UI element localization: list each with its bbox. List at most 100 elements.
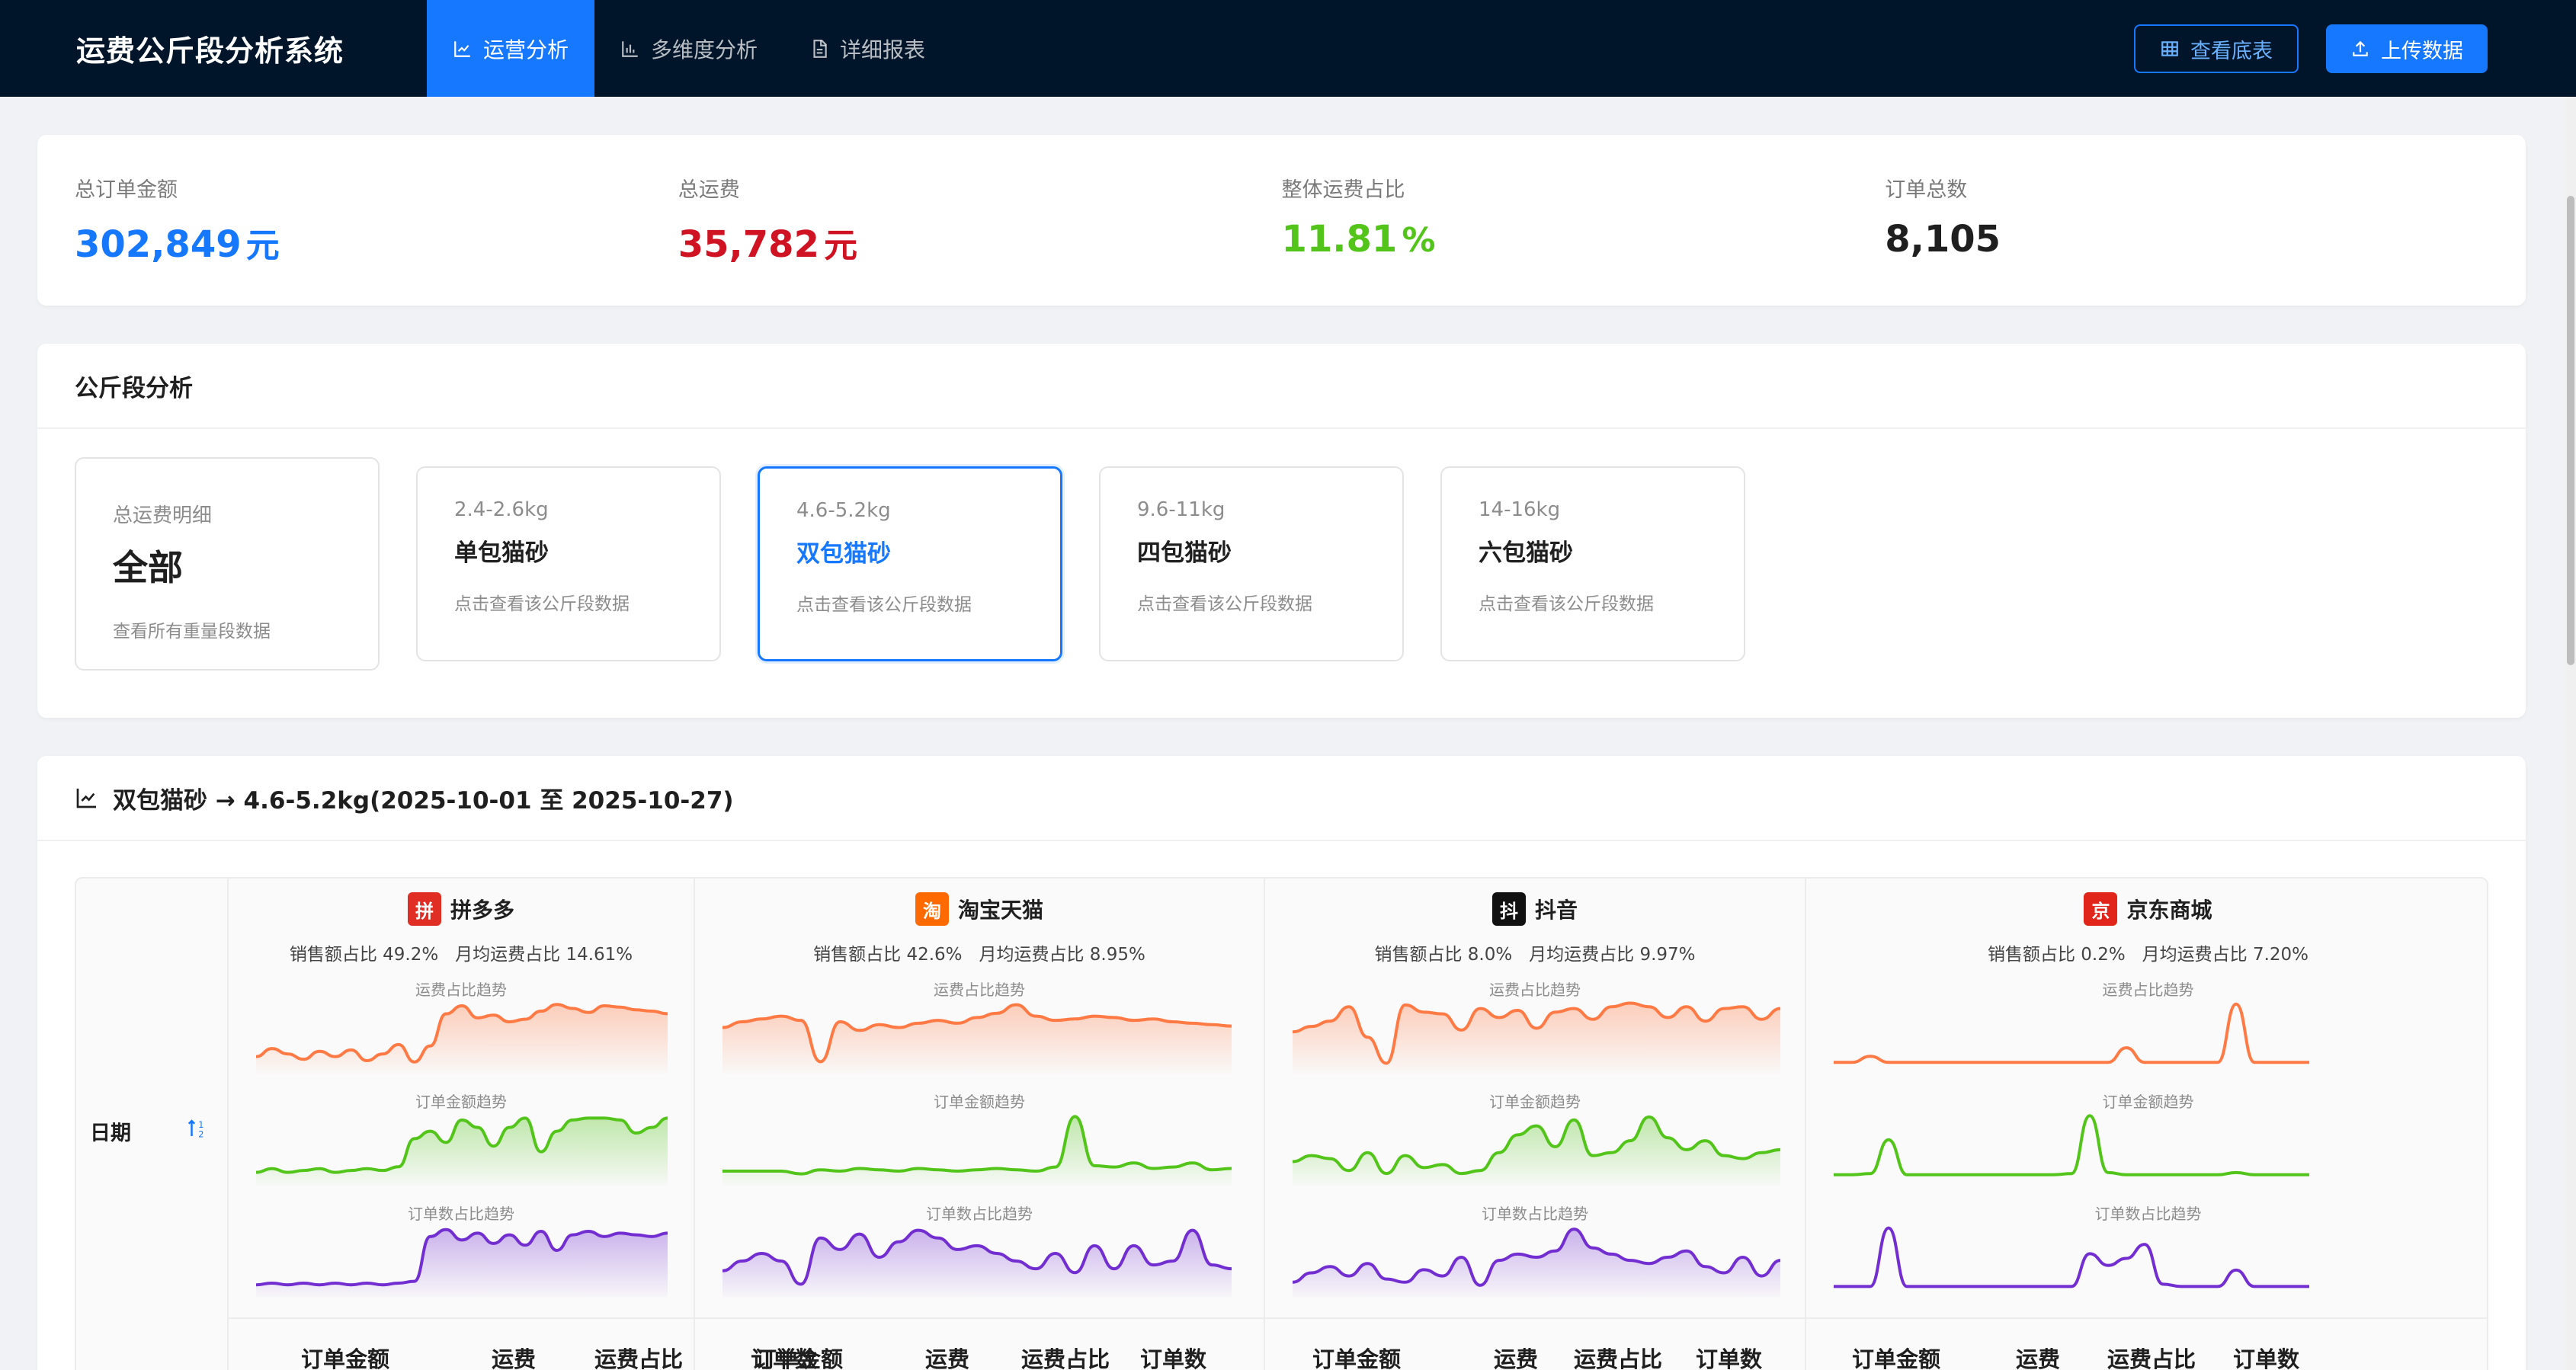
tile-hint: 点击查看该公斤段数据 xyxy=(796,595,972,615)
kpi-value: 302,849 元 xyxy=(75,218,678,267)
sparkline-area xyxy=(722,1004,1232,1074)
metric-column-header[interactable]: 订单金额 xyxy=(755,1342,843,1370)
sparkline-amount[interactable] xyxy=(256,1105,668,1186)
segment-tiles: 总运费明细 全部 查看所有重量段数据 2.4-2.6kg 单包猫砂 点击查看该公… xyxy=(75,457,1745,671)
nav-tab-label: 详细报表 xyxy=(840,37,926,62)
segment-card-title: 公斤段分析 xyxy=(37,344,2526,429)
top-actions: 查看底表 上传数据 xyxy=(2134,24,2488,73)
platform-logo-icon: 拼 xyxy=(407,892,441,926)
sparkline-amount[interactable] xyxy=(1293,1105,1780,1186)
tile-hint: 查看所有重量段数据 xyxy=(113,622,271,642)
tile-title: 单包猫砂 xyxy=(454,539,549,567)
metric-column-header[interactable]: 订单数 xyxy=(2233,1342,2299,1370)
segment-tile-double[interactable]: 4.6-5.2kg 双包猫砂 点击查看该公斤段数据 xyxy=(758,466,1062,661)
metric-column-headers: 订单金额 运费 运费占比 订单数 xyxy=(229,1317,817,1370)
sparkline-amount[interactable] xyxy=(1834,1105,2309,1186)
metric-column-header[interactable]: 运费占比 xyxy=(1574,1342,1662,1370)
kpi-number: 35,782 xyxy=(678,223,819,266)
sparkline-count[interactable] xyxy=(256,1217,668,1298)
platform-meta: 销售额占比 42.6% 月均运费占比 8.95% xyxy=(813,945,1145,965)
metric-column-header[interactable]: 运费 xyxy=(925,1342,969,1370)
kpi-value: 8,105 xyxy=(1885,218,2488,261)
platform-name: 抖抖音 xyxy=(1265,892,1805,926)
detail-title: 双包猫砂 → 4.6-5.2kg(2025-10-01 至 2025-10-27… xyxy=(113,786,734,815)
segment-tile-four[interactable]: 9.6-11kg 四包猫砂 点击查看该公斤段数据 xyxy=(1099,466,1404,661)
segment-tile-single[interactable]: 2.4-2.6kg 单包猫砂 点击查看该公斤段数据 xyxy=(416,466,721,661)
sparkline-count[interactable] xyxy=(1834,1217,2309,1298)
platform-logo-icon: 淘 xyxy=(915,892,949,926)
metric-column-header[interactable]: 运费 xyxy=(2016,1342,2060,1370)
top-bar: 运费公斤段分析系统 运营分析 多维度分析 详细报表 查看底表 上传数据 xyxy=(0,0,2576,97)
platform-column: 拼拼多多 销售额占比 49.2% 月均运费占比 14.61% 运费占比趋势 订单金额趋… xyxy=(229,879,817,1370)
sparkline-fee[interactable] xyxy=(256,993,668,1074)
kpi-number: 8,105 xyxy=(1885,218,2001,261)
segment-tile-six[interactable]: 14-16kg 六包猫砂 点击查看该公斤段数据 xyxy=(1440,466,1745,661)
tile-sub: 14-16kg xyxy=(1479,498,1561,521)
detail-card: 双包猫砂 → 4.6-5.2kg(2025-10-01 至 2025-10-27… xyxy=(37,756,2526,1370)
metric-column-header[interactable]: 运费 xyxy=(1494,1342,1538,1370)
platform-column: 京京东商城 销售额占比 0.2% 月均运费占比 7.20% 运费占比趋势 订单金额趋势… xyxy=(1806,879,2487,1370)
sort-ascending-icon[interactable]: 12 xyxy=(186,1116,209,1141)
kpi-total-amount: 总订单金额 302,849 元 xyxy=(75,173,678,306)
tile-sub: 9.6-11kg xyxy=(1137,498,1226,521)
sparkline-amount[interactable] xyxy=(722,1105,1232,1186)
nav-tab-report[interactable]: 详细报表 xyxy=(783,0,951,97)
platform-name-text: 淘宝天猫 xyxy=(957,898,1043,923)
scrollbar-thumb[interactable] xyxy=(2567,196,2574,665)
tile-title: 全部 xyxy=(113,547,183,588)
tile-sub: 总运费明细 xyxy=(113,504,213,527)
metric-column-header[interactable]: 运费 xyxy=(492,1342,536,1370)
kpi-value: 35,782 元 xyxy=(678,218,1282,267)
sparkline-count[interactable] xyxy=(1293,1217,1780,1298)
platform-name: 拼拼多多 xyxy=(229,892,694,926)
tile-hint: 点击查看该公斤段数据 xyxy=(1137,594,1312,614)
metric-column-header[interactable]: 运费占比 xyxy=(1021,1342,1110,1370)
segment-tile-all[interactable]: 总运费明细 全部 查看所有重量段数据 xyxy=(75,457,380,671)
metric-column-header[interactable]: 订单数 xyxy=(1140,1342,1206,1370)
platform-column: 抖抖音 销售额占比 8.0% 月均运费占比 9.97% 运费占比趋势 订单金额趋势 订单… xyxy=(1265,879,1806,1370)
metric-column-header[interactable]: 订单数 xyxy=(1696,1342,1762,1370)
main-nav: 运营分析 多维度分析 详细报表 xyxy=(427,0,951,97)
metric-column-headers: 订单金额 运费 运费占比 订单数 xyxy=(1265,1317,1805,1370)
metric-column-header[interactable]: 订单金额 xyxy=(1312,1342,1401,1370)
platform-meta: 销售额占比 0.2% 月均运费占比 7.20% xyxy=(1987,945,2309,965)
kpi-label: 总订单金额 xyxy=(75,178,178,202)
view-table-button[interactable]: 查看底表 xyxy=(2134,24,2299,73)
sparkline-fee[interactable] xyxy=(1293,993,1780,1074)
platform-name-text: 京东商城 xyxy=(2126,898,2212,923)
line-chart-icon xyxy=(454,40,470,57)
tile-title: 六包猫砂 xyxy=(1479,539,1573,567)
tile-sub: 4.6-5.2kg xyxy=(796,499,891,522)
metric-column-header[interactable]: 运费占比 xyxy=(2107,1342,2196,1370)
line-chart-icon xyxy=(76,789,96,808)
date-column-label: 日期 xyxy=(90,1122,131,1145)
sparkline-fee[interactable] xyxy=(1834,993,2309,1074)
date-column-header[interactable]: 日期 12 xyxy=(76,879,229,1370)
segment-title: 公斤段分析 xyxy=(75,374,193,402)
kpi-order-count: 订单总数 8,105 xyxy=(1885,173,2488,306)
sparkline-area xyxy=(256,1004,668,1074)
metric-column-header[interactable]: 订单金额 xyxy=(1852,1342,1940,1370)
kpi-label: 订单总数 xyxy=(1885,178,1968,202)
metric-column-header[interactable]: 运费占比 xyxy=(594,1342,683,1370)
page-scrollbar[interactable] xyxy=(2565,97,2576,1370)
tile-sub: 2.4-2.6kg xyxy=(454,498,549,521)
metric-column-header[interactable]: 订单金额 xyxy=(301,1342,389,1370)
platform-logo-icon: 京 xyxy=(2084,892,2118,926)
sparkline-line xyxy=(1834,1114,2309,1176)
platform-name: 京京东商城 xyxy=(1806,892,2487,926)
platform-column: 淘淘宝天猫 销售额占比 42.6% 月均运费占比 8.95% 运费占比趋势 订单金额趋… xyxy=(695,879,1265,1370)
nav-tab-multi-dimension[interactable]: 多维度分析 xyxy=(594,0,783,97)
metric-column-headers: 订单金额 运费 运费占比 订单数 xyxy=(695,1317,1264,1370)
table-icon xyxy=(2161,41,2178,56)
upload-button[interactable]: 上传数据 xyxy=(2326,24,2488,73)
platform-meta: 销售额占比 49.2% 月均运费占比 14.61% xyxy=(289,945,633,965)
sparkline-fee[interactable] xyxy=(722,993,1232,1074)
kpi-total-freight: 总运费 35,782 元 xyxy=(678,173,1282,306)
sparkline-line xyxy=(722,1115,1232,1176)
sparkline-count[interactable] xyxy=(722,1217,1232,1298)
metric-column-headers: 订单金额 运费 运费占比 订单数 xyxy=(1806,1317,2487,1370)
kpi-label: 总运费 xyxy=(678,178,740,202)
sparkline-line xyxy=(1834,1226,2309,1288)
nav-tab-operations[interactable]: 运营分析 xyxy=(427,0,595,97)
